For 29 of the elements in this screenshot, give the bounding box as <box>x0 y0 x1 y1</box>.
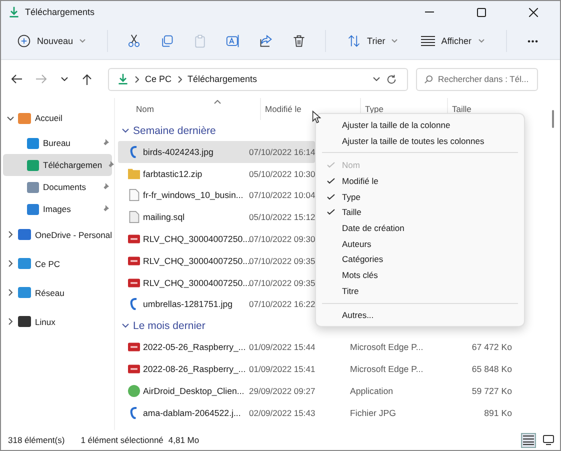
file-type: Microsoft Edge P... <box>350 342 424 352</box>
file-type: Microsoft Edge P... <box>350 364 424 374</box>
window-title: Téléchargements <box>25 7 95 17</box>
file-name: mailing.sql <box>143 212 186 222</box>
file-name: ama-dablam-2064522.j... <box>143 408 242 418</box>
file-name: birds-4024243.jpg <box>143 146 214 157</box>
file-name: fr-fr_windows_10_busin... <box>143 190 244 200</box>
modified-date: 07/10/2022 16:22 <box>249 299 316 310</box>
modified-date: 07/10/2022 16:14 <box>249 146 316 157</box>
file-type: Fichier JPG <box>350 408 396 418</box>
file-type: Application <box>350 386 394 396</box>
file-size: 65 848 Ko <box>472 364 512 374</box>
file-name: farbtastic12.zip <box>143 168 204 179</box>
selection-size: 4,81 Mo <box>168 435 200 445</box>
modified-date: 01/09/2022 15:44 <box>249 342 316 352</box>
modified-date: 02/09/2022 15:43 <box>249 408 316 418</box>
file-name: AirDroid_Desktop_Clien... <box>143 386 246 396</box>
modified-date: 01/09/2022 15:41 <box>249 364 316 374</box>
file-size: 67 472 Ko <box>472 342 512 352</box>
modified-date: 05/10/2022 10:30 <box>249 168 316 179</box>
file-name: 2022-05-26_Raspberry_... <box>143 342 246 352</box>
item-count: 318 élément(s) <box>8 435 65 445</box>
modified-date: 07/10/2022 09:35 <box>249 278 316 288</box>
file-name: umbrellas-1281751.jpg <box>143 299 234 310</box>
file-name: 2022-08-26_Raspberry_... <box>143 364 246 374</box>
modified-date: 29/09/2022 09:27 <box>249 386 316 396</box>
file-size: 59 727 Ko <box>472 386 512 396</box>
file-size: 891 Ko <box>484 408 512 418</box>
selection-info: 1 élément sélectionné <box>80 435 164 445</box>
